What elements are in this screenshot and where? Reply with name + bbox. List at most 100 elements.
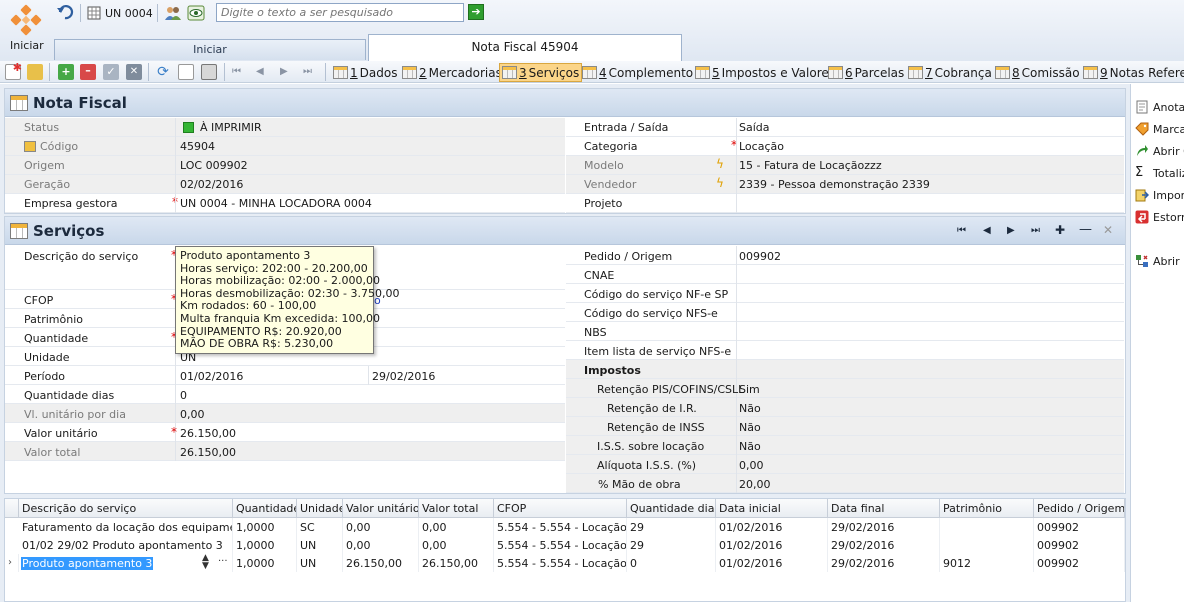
tab-nota-fiscal[interactable]: Nota Fiscal 45904 <box>368 34 682 61</box>
view-button[interactable] <box>187 3 205 23</box>
lock-icon[interactable] <box>27 64 43 80</box>
previous-record-icon[interactable]: ◀ <box>256 64 272 80</box>
grid-cell[interactable]: 01/02 29/02 Produto apontamento 3 <box>19 536 233 554</box>
tab-notas-referenciadas[interactable]: 9Notas Referen <box>1081 63 1184 82</box>
selected-cell-text[interactable]: Produto apontamento 3 <box>21 557 154 570</box>
mao-obra-field[interactable]: 20,00 <box>739 478 771 491</box>
users-button[interactable] <box>164 3 182 23</box>
grid-cell[interactable]: 29 <box>627 536 716 554</box>
grid-cell-editing[interactable]: Produto apontamento 3 ▲ ▼ ··· <box>19 554 233 572</box>
grid-cell[interactable]: 0,00 <box>419 518 494 536</box>
remove-icon[interactable]: – <box>80 64 96 80</box>
grid-cell[interactable] <box>940 536 1034 554</box>
tab-comissao[interactable]: 8 Comissão <box>993 63 1082 82</box>
valor-unit-field[interactable]: 26.150,00 <box>180 427 236 440</box>
side-open-document[interactable]: Abrir D <box>1135 252 1184 270</box>
grid-header[interactable]: Unidade <box>297 499 343 518</box>
start-logo-icon[interactable] <box>8 4 44 40</box>
grid-header[interactable]: Quantidade <box>233 499 297 518</box>
grid-cell[interactable]: 29/02/2016 <box>828 554 940 572</box>
preview-icon[interactable] <box>178 64 194 80</box>
grid-cell[interactable]: 1,0000 <box>233 536 297 554</box>
grid-cell[interactable]: 5.554 - 5.554 - Locação de <box>494 518 627 536</box>
categoria-field[interactable]: Locação <box>739 140 784 153</box>
grid-header[interactable]: Valor total <box>419 499 494 518</box>
periodo-end-field[interactable]: 29/02/2016 <box>372 370 435 383</box>
ellipsis-icon[interactable]: ··· <box>218 556 228 567</box>
last-record-icon[interactable]: ⏭ <box>303 64 319 80</box>
tab-dados[interactable]: 1 Dados <box>331 63 399 82</box>
start-label[interactable]: Iniciar <box>10 39 44 52</box>
table-row[interactable]: 01/02 29/02 Produto apontamento 3 1,0000… <box>5 536 1125 554</box>
first-item-icon[interactable]: ⏮ <box>957 225 966 236</box>
table-row[interactable]: Faturamento da locação dos equipamentos … <box>5 518 1125 536</box>
grid-cell[interactable]: 009902 <box>1034 536 1125 554</box>
grid-header[interactable]: CFOP <box>494 499 627 518</box>
grid-cell[interactable]: 01/02/2016 <box>716 536 828 554</box>
spin-icon[interactable]: ▲ ▼ <box>202 554 209 571</box>
grid-cell[interactable]: 0,00 <box>419 536 494 554</box>
tab-impostos[interactable]: 5 Impostos e Valores <box>693 63 837 82</box>
tab-parcelas[interactable]: 6 Parcelas <box>826 63 906 82</box>
side-annotations[interactable]: Anotaç <box>1135 98 1184 116</box>
unit-selector[interactable]: UN 0004 <box>87 3 153 23</box>
ret-pis-field[interactable]: Sim <box>739 383 760 396</box>
side-tags[interactable]: Marca <box>1135 120 1184 138</box>
grid-cell[interactable]: 9012 <box>940 554 1034 572</box>
iss-locacao-field[interactable]: Não <box>739 440 761 453</box>
grid-cell[interactable]: 5.554 - 5.554 - Locação de <box>494 554 627 572</box>
grid-cell[interactable] <box>940 518 1034 536</box>
grid-cell[interactable]: 1,0000 <box>233 554 297 572</box>
grid-cell[interactable]: 0,00 <box>343 536 419 554</box>
ret-inss-field[interactable]: Não <box>739 421 761 434</box>
qtd-dias-field[interactable]: 0 <box>180 389 187 402</box>
next-record-icon[interactable]: ▶ <box>280 64 296 80</box>
tab-cobranca[interactable]: 7 Cobrança <box>906 63 994 82</box>
grid-cell[interactable]: 5.554 - 5.554 - Locação de <box>494 536 627 554</box>
grid-cell[interactable]: 26.150,00 <box>419 554 494 572</box>
grid-cell[interactable]: 0 <box>627 554 716 572</box>
new-document-icon[interactable]: ✱ <box>5 61 22 80</box>
tab-servicos[interactable]: 3 Serviços <box>499 63 583 82</box>
grid-cell[interactable]: 1,0000 <box>233 518 297 536</box>
grid-header[interactable]: Data inicial <box>716 499 828 518</box>
cancel-icon[interactable]: ✕ <box>126 64 142 80</box>
periodo-start-field[interactable]: 01/02/2016 <box>180 370 243 383</box>
grid-cell[interactable]: 0,00 <box>343 518 419 536</box>
add-item-icon[interactable]: ✚ <box>1055 223 1065 237</box>
tab-home[interactable]: Iniciar <box>54 39 366 60</box>
grid-header[interactable]: Pedido / Origem <box>1034 499 1125 518</box>
grid-cell[interactable]: 29/02/2016 <box>828 518 940 536</box>
grid-header[interactable]: Data final <box>828 499 940 518</box>
grid-cell[interactable]: 26.150,00 <box>343 554 419 572</box>
grid-cell[interactable]: UN <box>297 554 343 572</box>
grid-header[interactable]: Quantidade dias <box>627 499 716 518</box>
grid-header[interactable]: Valor unitário <box>343 499 419 518</box>
grid-cell[interactable]: UN <box>297 536 343 554</box>
refresh-icon[interactable]: ⟳ <box>155 64 171 80</box>
grid-header[interactable]: Descrição do serviço <box>19 499 233 518</box>
side-open[interactable]: Abrir C <box>1135 142 1184 160</box>
last-item-icon[interactable]: ⏭ <box>1031 225 1040 236</box>
close-item-icon[interactable]: ✕ <box>1103 223 1113 237</box>
empresa-field[interactable]: UN 0004 - MINHA LOCADORA 0004 <box>180 197 372 210</box>
print-icon[interactable] <box>201 64 217 80</box>
tab-complemento[interactable]: 4 Complemento <box>580 63 695 82</box>
search-input[interactable] <box>216 3 464 22</box>
table-row-selected[interactable]: › Produto apontamento 3 ▲ ▼ ··· 1,0000 UN… <box>5 554 1125 572</box>
grid-cell[interactable]: 009902 <box>1034 554 1125 572</box>
tab-mercadorias[interactable]: 2 Mercadorias <box>400 63 504 82</box>
grid-cell[interactable]: 01/02/2016 <box>716 518 828 536</box>
add-icon[interactable]: + <box>58 64 74 80</box>
pedido-field[interactable]: 009902 <box>739 250 781 263</box>
remove-item-icon[interactable]: — <box>1079 222 1092 237</box>
grid-cell[interactable]: Faturamento da locação dos equipamentos <box>19 518 233 536</box>
first-record-icon[interactable]: ⏮ <box>232 64 248 80</box>
search-go-button[interactable]: ➔ <box>468 4 484 20</box>
grid-cell[interactable]: 009902 <box>1034 518 1125 536</box>
side-totals[interactable]: Σ Totaliz <box>1135 164 1184 182</box>
undo-button[interactable] <box>56 3 74 23</box>
confirm-icon[interactable]: ✓ <box>103 64 119 80</box>
side-reverse[interactable]: Estorn <box>1135 208 1184 226</box>
side-import[interactable]: Import <box>1135 186 1184 204</box>
